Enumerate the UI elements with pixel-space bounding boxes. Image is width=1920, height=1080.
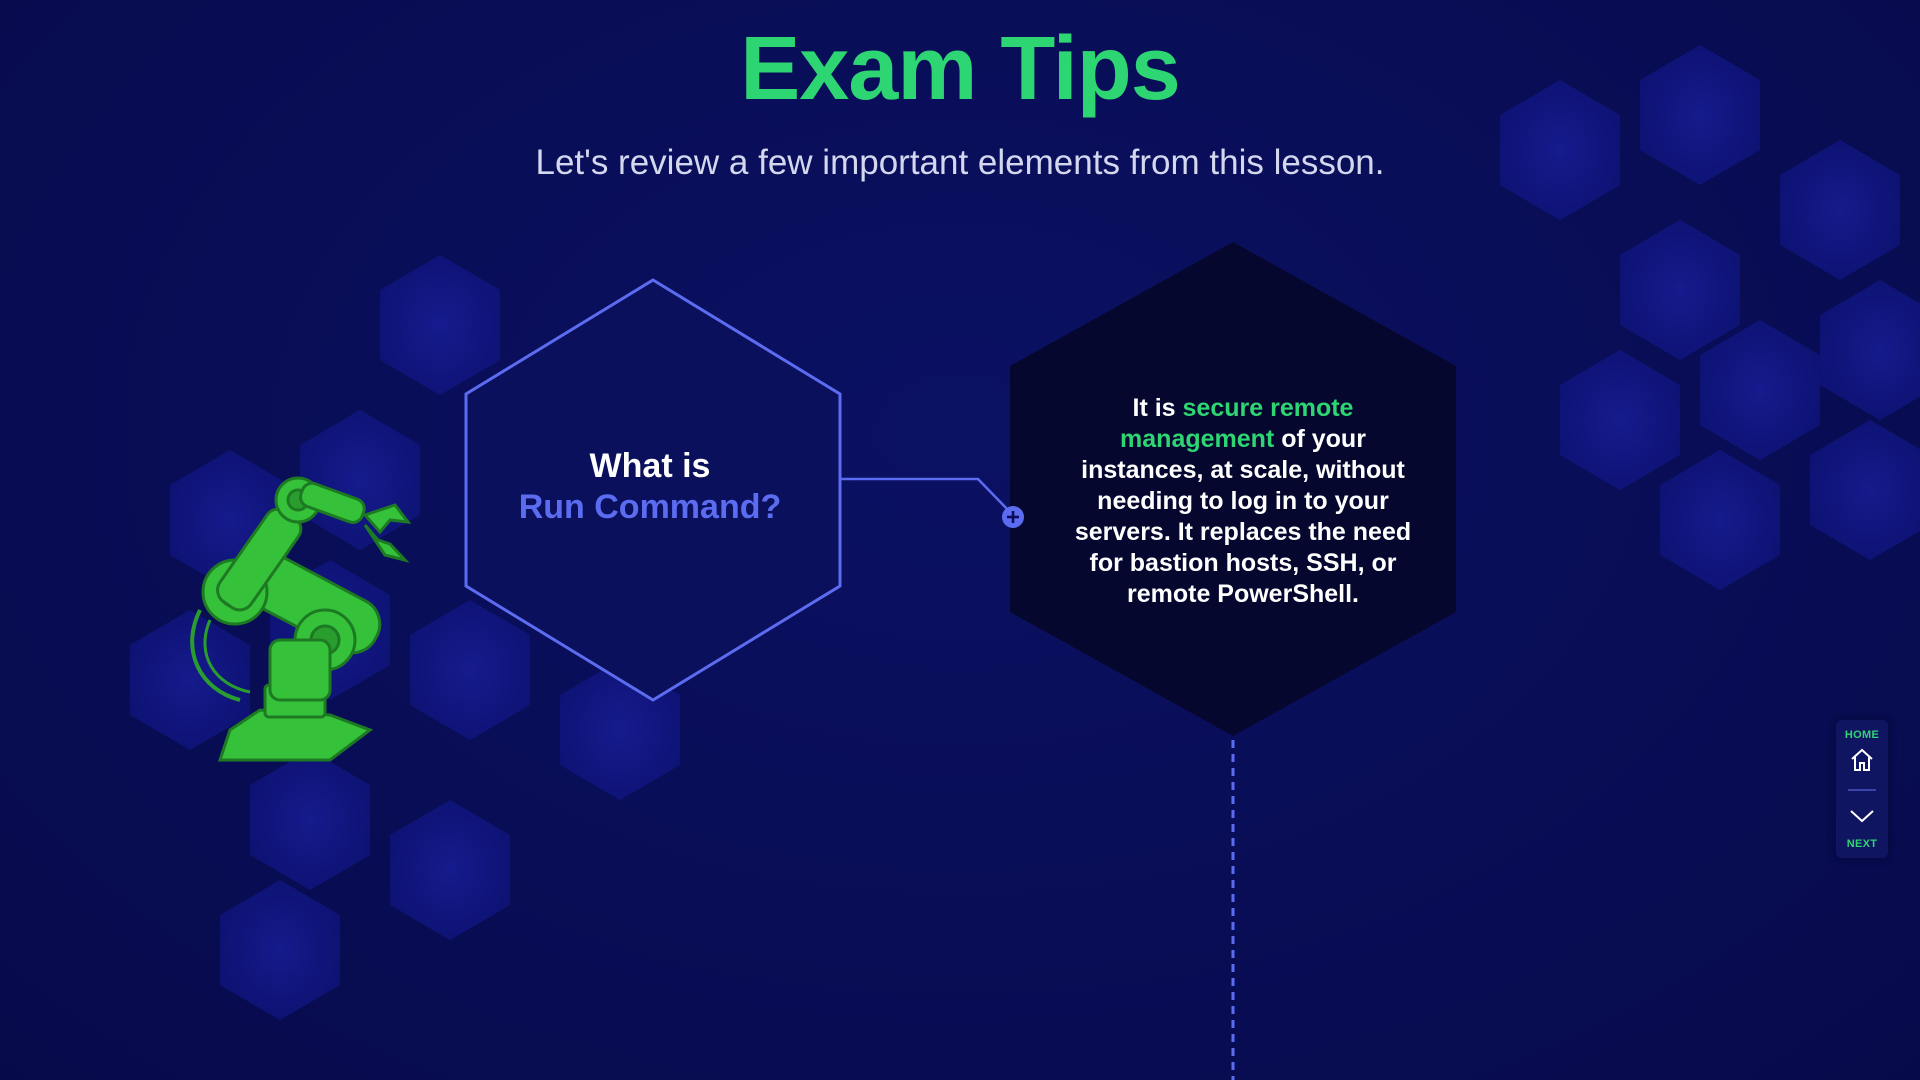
question-text: What is Run Command?: [462, 446, 838, 528]
answer-prefix: It is: [1132, 394, 1183, 422]
next-label: NEXT: [1846, 838, 1878, 850]
question-term: Run Command?: [518, 488, 782, 526]
nav-divider: [1848, 789, 1876, 791]
answer-text: It is secure remote management of your i…: [1058, 393, 1428, 610]
lesson-slide: Exam Tips Let's review a few important e…: [0, 0, 1920, 1080]
robot-arm-icon: [190, 476, 412, 762]
page-subtitle: Let's review a few important elements fr…: [535, 143, 1385, 182]
page-title: Exam Tips: [740, 19, 1181, 119]
chevron-down-icon[interactable]: [1848, 802, 1876, 830]
home-icon[interactable]: [1848, 746, 1876, 774]
slide-nav: HOME NEXT: [1836, 720, 1888, 858]
question-line1: What is: [589, 447, 711, 485]
plus-circle-icon[interactable]: [1001, 505, 1025, 529]
home-label: HOME: [1844, 729, 1880, 741]
